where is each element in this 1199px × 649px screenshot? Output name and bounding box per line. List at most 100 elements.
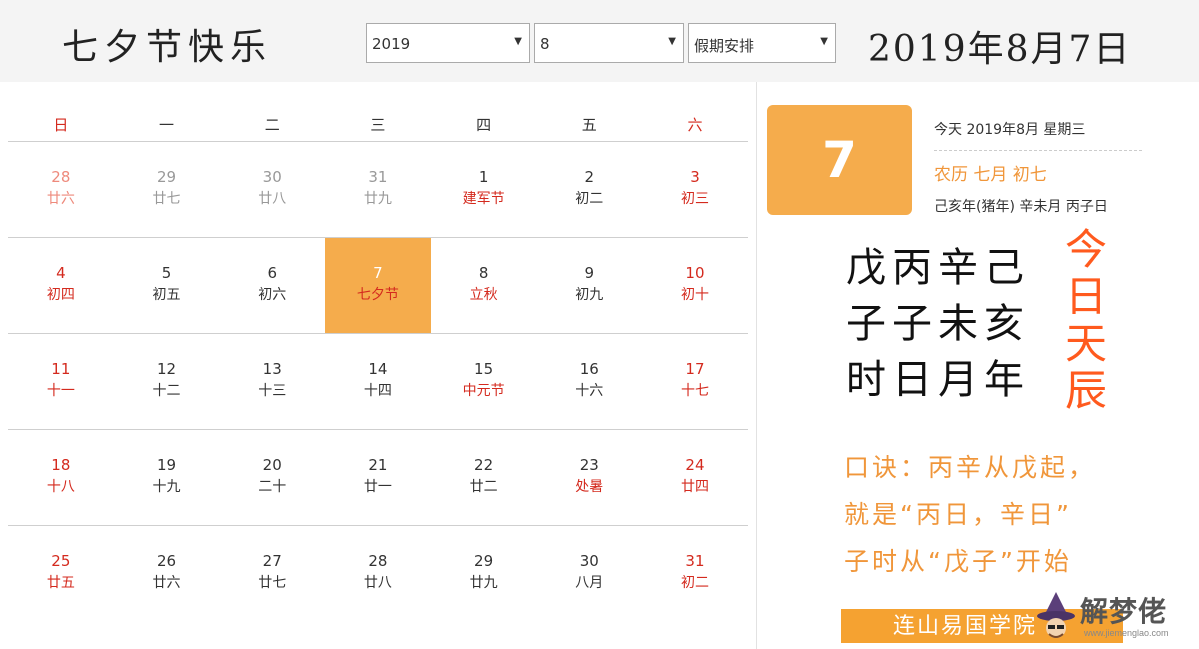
dropdown-arrow-icon: ▼ [514,36,522,47]
day-number: 23 [579,456,599,474]
weekday-sun: 日 [53,116,69,134]
day-number: 12 [156,360,177,378]
day-number: 31 [368,168,388,186]
day-cell[interactable]: 21 廿一 [325,430,431,525]
week-row: 28 廿六 29 廿七 30 廿八 31 廿九 1 建军节 2 初二 3 初三 [8,142,748,238]
day-cell[interactable]: 30 廿八 [219,142,325,237]
day-cell[interactable]: 22 廿二 [431,430,537,525]
watermark: 解梦佬 www.jiemenglao.com [1032,588,1197,646]
festival-label: 处暑 [575,479,604,495]
day-cell[interactable]: 27 廿七 [219,526,325,621]
day-cell[interactable]: 12 十二 [114,334,220,429]
day-cell[interactable]: 31 廿九 [325,142,431,237]
day-cell[interactable]: 28 廿六 [8,142,114,237]
day-number: 16 [579,360,599,378]
day-cell[interactable]: 3 初三 [642,142,748,237]
day-cell[interactable]: 29 廿七 [114,142,220,237]
day-cell[interactable]: 20 二十 [219,430,325,525]
week-row: 4 初四 5 初五 6 初六 7 七夕节 8 立秋 9 初九 10 初十 [8,238,748,334]
week-row: 25 廿五 26 廿六 27 廿七 28 廿八 29 廿九 30 八月 31 初二 [8,526,748,622]
mnemonic-line: 口诀：丙辛从戊起， [844,453,1097,482]
month-select[interactable]: 8 ▼ [534,23,684,63]
watermark-brand: 解梦佬 [1080,595,1168,628]
day-cell[interactable]: 29 廿九 [431,526,537,621]
day-number: 30 [579,552,599,570]
lunar-label: 廿七 [258,575,287,591]
festival-label: 建军节 [462,191,505,207]
heading-char: 天 [1064,319,1107,368]
holiday-select[interactable]: 假期安排 ▼ [688,23,836,63]
day-cell[interactable]: 30 八月 [536,526,642,621]
day-cell[interactable]: 1 建军节 [431,142,537,237]
lunar-label: 廿九 [363,191,392,207]
lunar-label: 初二 [575,191,604,207]
day-cell[interactable]: 19 十九 [114,430,220,525]
lunar-label: 初三 [680,191,709,207]
lunar-label: 廿九 [469,575,498,591]
weekday-mon: 一 [159,116,175,134]
day-cell[interactable]: 16 十六 [536,334,642,429]
day-number: 8 [478,264,489,282]
lunar-label: 初四 [46,287,75,303]
lunar-date: 农历 七月 初七 [934,165,1047,185]
day-number: 4 [56,264,66,282]
stem-row: 戊丙辛己 [846,245,1030,291]
day-cell[interactable]: 24 廿四 [642,430,748,525]
weekday-thu: 四 [476,116,492,134]
day-cell[interactable]: 10 初十 [642,238,748,333]
day-number: 10 [685,264,705,282]
day-number: 9 [584,264,595,282]
day-cell[interactable]: 28 廿八 [325,526,431,621]
weekday-sat: 六 [687,116,703,134]
day-cell[interactable]: 11 十一 [8,334,114,429]
lunar-label: 廿五 [46,575,75,591]
day-number: 17 [685,360,705,378]
day-cell[interactable]: 8 立秋 [431,238,537,333]
ganzhi-date: 己亥年(猪年) 辛未月 丙子日 [934,199,1108,215]
day-cell[interactable]: 13 十三 [219,334,325,429]
lunar-label: 初六 [258,287,287,303]
festival-label: 中元节 [462,383,505,399]
weekday-header: 日 一 二 三 四 五 六 [8,108,748,142]
lunar-label: 十八 [46,479,75,495]
day-number: 28 [51,168,71,186]
day-cell[interactable]: 17 十七 [642,334,748,429]
week-row: 11 十一 12 十二 13 十三 14 十四 15 中元节 16 十六 17 十七 [8,334,748,430]
day-number: 18 [51,456,71,474]
day-cell[interactable]: 2 初二 [536,142,642,237]
lunar-label: 八月 [575,575,604,591]
day-cell[interactable]: 31 初二 [642,526,748,621]
day-number: 31 [685,552,705,570]
day-cell[interactable]: 14 十四 [325,334,431,429]
day-cell[interactable]: 26 廿六 [114,526,220,621]
branch-row: 子子未亥 [846,301,1030,347]
day-number: 2 [584,168,595,186]
heading-char: 辰 [1064,366,1107,415]
lunar-label: 十七 [680,383,709,399]
festival-label: 立秋 [469,287,498,303]
day-number: 20 [262,456,282,474]
day-cell[interactable]: 25 廿五 [8,526,114,621]
lunar-label: 初五 [152,287,181,303]
lunar-label: 二十 [258,479,287,495]
heading-char: 日 [1064,272,1107,321]
day-number: 21 [368,456,388,474]
day-number: 7 [373,264,383,282]
lunar-label: 廿八 [363,575,392,591]
day-cell[interactable]: 9 初九 [536,238,642,333]
day-number: 26 [156,552,177,570]
top-bar: 七夕节快乐 2019 ▼ 8 ▼ 假期安排 ▼ 2019年8月7日 [0,0,1199,82]
pillar-row: 时日月年 [846,357,1030,403]
day-number: 1 [478,168,489,186]
year-select[interactable]: 2019 ▼ [366,23,530,63]
day-cell[interactable]: 6 初六 [219,238,325,333]
day-cell[interactable]: 5 初五 [114,238,220,333]
day-cell[interactable]: 15 中元节 [431,334,537,429]
day-cell-today[interactable]: 7 七夕节 [325,238,431,333]
day-cell[interactable]: 4 初四 [8,238,114,333]
day-cell[interactable]: 23 处暑 [536,430,642,525]
today-chen-heading: 今 日 天 辰 [1062,226,1110,414]
day-cell[interactable]: 18 十八 [8,430,114,525]
lunar-label: 廿八 [258,191,287,207]
weekday-wed: 三 [370,116,386,134]
